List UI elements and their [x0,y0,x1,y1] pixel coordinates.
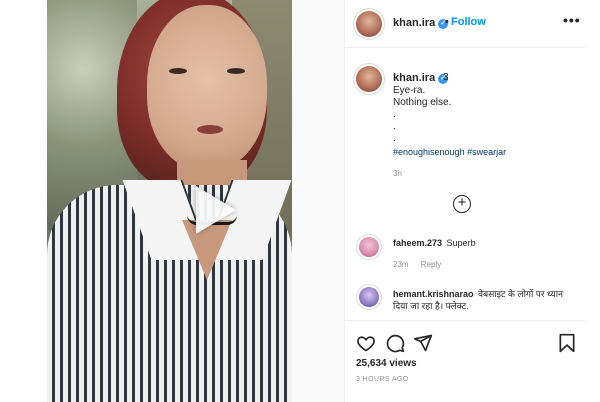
heart-icon[interactable] [356,333,376,353]
post-timestamp: 3 HOURS AGO [356,376,409,383]
paper-plane-icon[interactable] [413,333,433,353]
right-margin [585,0,600,402]
video-person-mouth [197,125,223,134]
comment-avatar[interactable] [359,237,379,257]
bookmark-icon[interactable] [557,333,577,353]
caption-line: Eye-ra. [393,85,426,96]
video-person-right-eye [227,68,245,74]
author-username[interactable]: khan.ira ✓ [393,17,449,29]
comment-avatar[interactable] [359,287,379,307]
caption-username[interactable]: khan.ira ✓ [393,72,449,84]
caption-time: 3 [443,72,449,83]
comment-icon[interactable] [385,333,405,353]
comment-text: faheem.273 Superb [393,238,476,248]
caption-line: Nothing else. [393,97,452,108]
caption-text: Eye-ra. Nothing else. . . . [393,85,451,145]
caption-username-text[interactable]: khan.ira [393,72,435,84]
video-person-left-eye [169,68,187,74]
comment-text: hemant.krishnarao वेबसाइट के लोगों पर ध्… [393,288,578,312]
more-options-icon[interactable]: ••• [563,12,581,28]
caption-line: . [393,121,396,132]
comment-time: 23m [393,260,409,269]
comment-meta: 23m Reply [393,260,451,269]
header-separator: • [445,16,449,28]
post-side-panel: khan.ira ✓ • Follow ••• khan.ira ✓ 3 Eye-r… [344,0,586,402]
post-header: khan.ira ✓ • Follow ••• [345,0,586,48]
author-avatar[interactable] [356,11,382,37]
caption-line: . [393,109,396,120]
post-actions: 25,634 views 3 HOURS AGO [345,320,586,402]
video-person-face [147,5,267,170]
play-icon[interactable] [196,186,236,234]
caption-hashtags[interactable]: #enoughisenough #swearjar [393,147,506,157]
caption-line: . [393,133,396,144]
view-count[interactable]: 25,634 views [356,358,417,369]
left-margin [0,0,47,402]
post-video[interactable] [47,0,292,402]
comment-reply-button[interactable]: Reply [421,260,441,269]
follow-button[interactable]: Follow [451,16,486,28]
author-username-text[interactable]: khan.ira [393,17,435,29]
comment-username[interactable]: hemant.krishnarao [393,289,474,299]
load-more-comments-button[interactable]: + [453,195,471,213]
comment-body: Superb [446,238,476,248]
instagram-post-frame: khan.ira ✓ • Follow ••• khan.ira ✓ 3 Eye-r… [0,0,600,402]
comment-username[interactable]: faheem.273 [393,238,442,248]
caption-avatar[interactable] [356,66,382,92]
caption-timestamp: 3h [393,169,402,178]
